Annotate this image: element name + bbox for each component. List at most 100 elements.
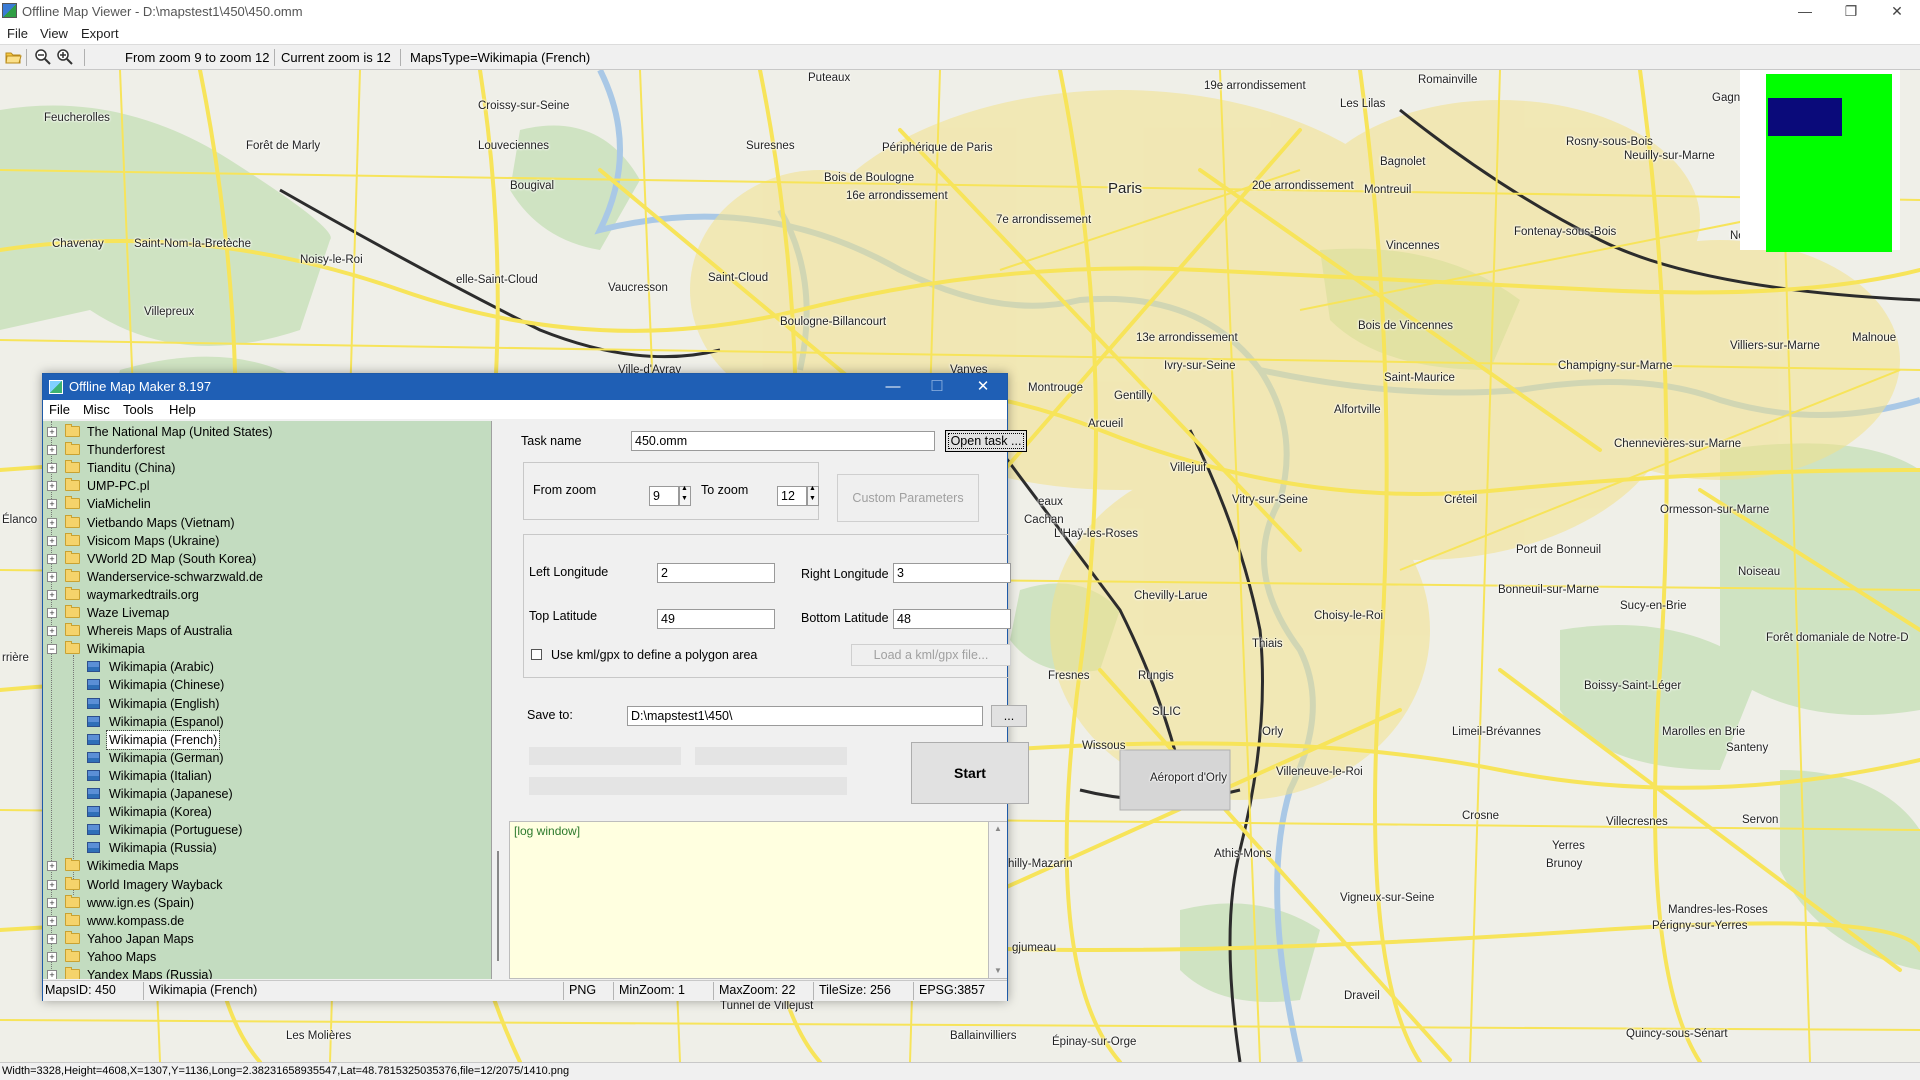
maker-menu-misc[interactable]: Misc [83,402,110,417]
tree-map-item[interactable]: Wikimapia (Italian) [43,767,483,785]
tree-folder-item[interactable]: + Thunderforest [43,441,483,459]
expand-toggle-icon[interactable]: + [47,933,57,944]
tree-folder-item[interactable]: + World Imagery Wayback [43,876,483,894]
tree-folder-item[interactable]: + VWorld 2D Map (South Korea) [43,550,483,568]
tree-map-item[interactable]: Wikimapia (Arabic) [43,658,483,676]
log-window[interactable]: [log window] [509,821,989,979]
expand-toggle-icon[interactable]: + [47,626,57,637]
custom-parameters-button[interactable]: Custom Parameters [837,474,979,522]
tree-folder-item[interactable]: + Whereis Maps of Australia [43,622,483,640]
progress-bar-2 [695,747,847,765]
map-source-tree[interactable]: + The National Map (United States) + Thunde… [43,421,492,979]
map-label: Bois de Boulogne [824,172,915,184]
save-to-input[interactable] [627,706,983,726]
expand-toggle-icon[interactable]: + [47,553,57,564]
tree-map-item[interactable]: Wikimapia (Chinese) [43,676,483,694]
tree-folder-item[interactable]: + Yandex Maps (Russia) [43,966,483,979]
maker-menu-help[interactable]: Help [169,402,196,417]
expand-toggle-icon[interactable]: + [47,897,57,908]
tree-item-label: Yahoo Japan Maps [87,931,194,946]
expand-toggle-icon[interactable]: + [47,499,57,510]
maker-titlebar[interactable]: Offline Map Maker 8.197 — ☐ ✕ [43,374,1007,400]
tree-folder-item[interactable]: + The National Map (United States) [43,423,483,441]
maker-maximize-button[interactable]: ☐ [915,375,959,399]
expand-toggle-icon[interactable]: + [47,481,57,492]
tree-folder-item[interactable]: + Wikimedia Maps [43,857,483,875]
maker-close-button[interactable]: ✕ [961,375,1005,399]
expand-toggle-icon[interactable]: + [47,608,57,618]
minimize-button[interactable]: — [1782,0,1828,24]
expand-toggle-icon[interactable]: + [47,517,57,528]
tree-folder-item[interactable]: − Wikimapia [43,640,483,658]
expand-toggle-icon[interactable]: + [47,535,57,546]
to-zoom-input[interactable] [777,486,807,506]
tree-folder-item[interactable]: + waymarkedtrails.org [43,586,483,604]
menu-view[interactable]: View [40,26,68,41]
top-latitude-input[interactable] [657,609,775,629]
tree-folder-item[interactable]: + Tianditu (China) [43,459,483,477]
expand-toggle-icon[interactable]: + [47,879,57,890]
bottom-latitude-input[interactable] [893,609,1011,629]
scroll-down-icon[interactable]: ▼ [994,966,1002,975]
tree-map-item[interactable]: Wikimapia (Japanese) [43,785,483,803]
expand-toggle-icon[interactable]: + [47,445,57,456]
load-kml-button[interactable]: Load a kml/gpx file... [851,644,1011,666]
tree-folder-item[interactable]: + Vietbando Maps (Vietnam) [43,514,483,532]
expand-toggle-icon[interactable]: + [47,915,57,926]
menu-export[interactable]: Export [81,26,119,41]
expand-toggle-icon[interactable]: + [47,970,57,979]
maker-menu-file[interactable]: File [49,402,70,417]
from-zoom-input[interactable] [649,486,679,506]
map-label: Puteaux [808,72,851,84]
log-scrollbar[interactable]: ▲ ▼ [989,821,1007,979]
open-task-button[interactable]: Open task ... [945,430,1027,452]
menu-file[interactable]: File [7,26,28,41]
maker-minimize-button[interactable]: — [871,375,915,399]
maximize-button[interactable]: ❐ [1828,0,1874,24]
tree-scroll-thumb[interactable] [497,851,499,961]
tree-folder-item[interactable]: + ViaMichelin [43,495,483,513]
tree-folder-item[interactable]: + Visicom Maps (Ukraine) [43,532,483,550]
tree-map-item[interactable]: Wikimapia (Espanol) [43,713,483,731]
tree-map-item[interactable]: Wikimapia (Russia) [43,839,483,857]
tree-folder-item[interactable]: + Yahoo Japan Maps [43,930,483,948]
expand-toggle-icon[interactable]: + [47,571,57,582]
tree-map-item[interactable]: Wikimapia (Portuguese) [43,821,483,839]
tree-folder-item[interactable]: + Waze Livemap [43,604,483,622]
start-button[interactable]: Start [911,742,1029,804]
right-longitude-input[interactable] [893,563,1011,583]
tree-scrollbar[interactable] [492,421,508,979]
tree-folder-item[interactable]: + www.ign.es (Spain) [43,894,483,912]
maker-menu-tools[interactable]: Tools [123,402,153,417]
overview-minimap[interactable] [1740,70,1900,252]
tree-map-item[interactable]: Wikimapia (French) [43,729,483,750]
scroll-up-icon[interactable]: ▲ [994,824,1002,833]
from-zoom-spinner[interactable] [679,485,691,506]
tree-folder-item[interactable]: + Wanderservice-schwarzwald.de [43,568,483,586]
close-button[interactable]: ✕ [1874,0,1920,24]
left-longitude-input[interactable] [657,563,775,583]
zoom-out-icon[interactable] [34,48,52,66]
expand-toggle-icon[interactable]: + [47,861,57,872]
tree-map-item[interactable]: Wikimapia (German) [43,749,483,767]
tree-map-item[interactable]: Wikimapia (English) [43,695,483,713]
expand-toggle-icon[interactable]: + [47,427,57,437]
expand-toggle-icon[interactable]: − [47,644,57,655]
to-zoom-spinner[interactable] [807,485,819,506]
tree-map-item[interactable]: Wikimapia (Korea) [43,803,483,821]
task-name-input[interactable] [631,431,935,451]
expand-toggle-icon[interactable]: + [47,951,57,962]
tree-folder-item[interactable]: + Yahoo Maps [43,948,483,966]
map-label: gjumeau [1012,942,1057,954]
overview-viewport[interactable] [1768,98,1842,136]
tree-folder-item[interactable]: + UMP-PC.pl [43,477,483,495]
map-label: Croissy-sur-Seine [478,100,570,112]
zoom-in-icon[interactable] [56,48,74,66]
expand-toggle-icon[interactable]: + [47,463,57,474]
browse-button[interactable]: ... [991,705,1027,727]
open-folder-icon[interactable] [4,48,22,66]
map-label: Boissy-Saint-Léger [1584,680,1682,692]
use-kml-checkbox[interactable] [531,649,542,660]
tree-folder-item[interactable]: + www.kompass.de [43,912,483,930]
expand-toggle-icon[interactable]: + [47,589,57,600]
